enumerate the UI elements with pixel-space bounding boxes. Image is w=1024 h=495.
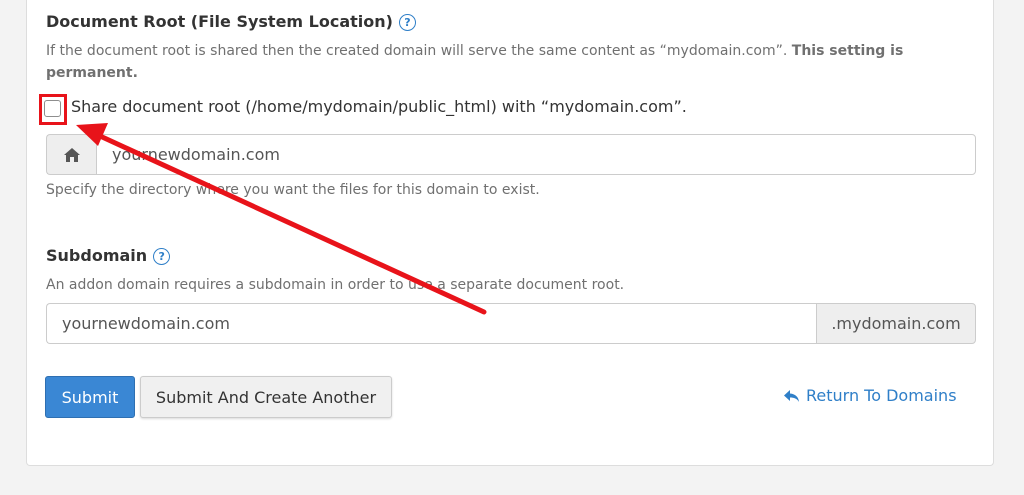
annotation-arrow bbox=[76, 123, 487, 315]
